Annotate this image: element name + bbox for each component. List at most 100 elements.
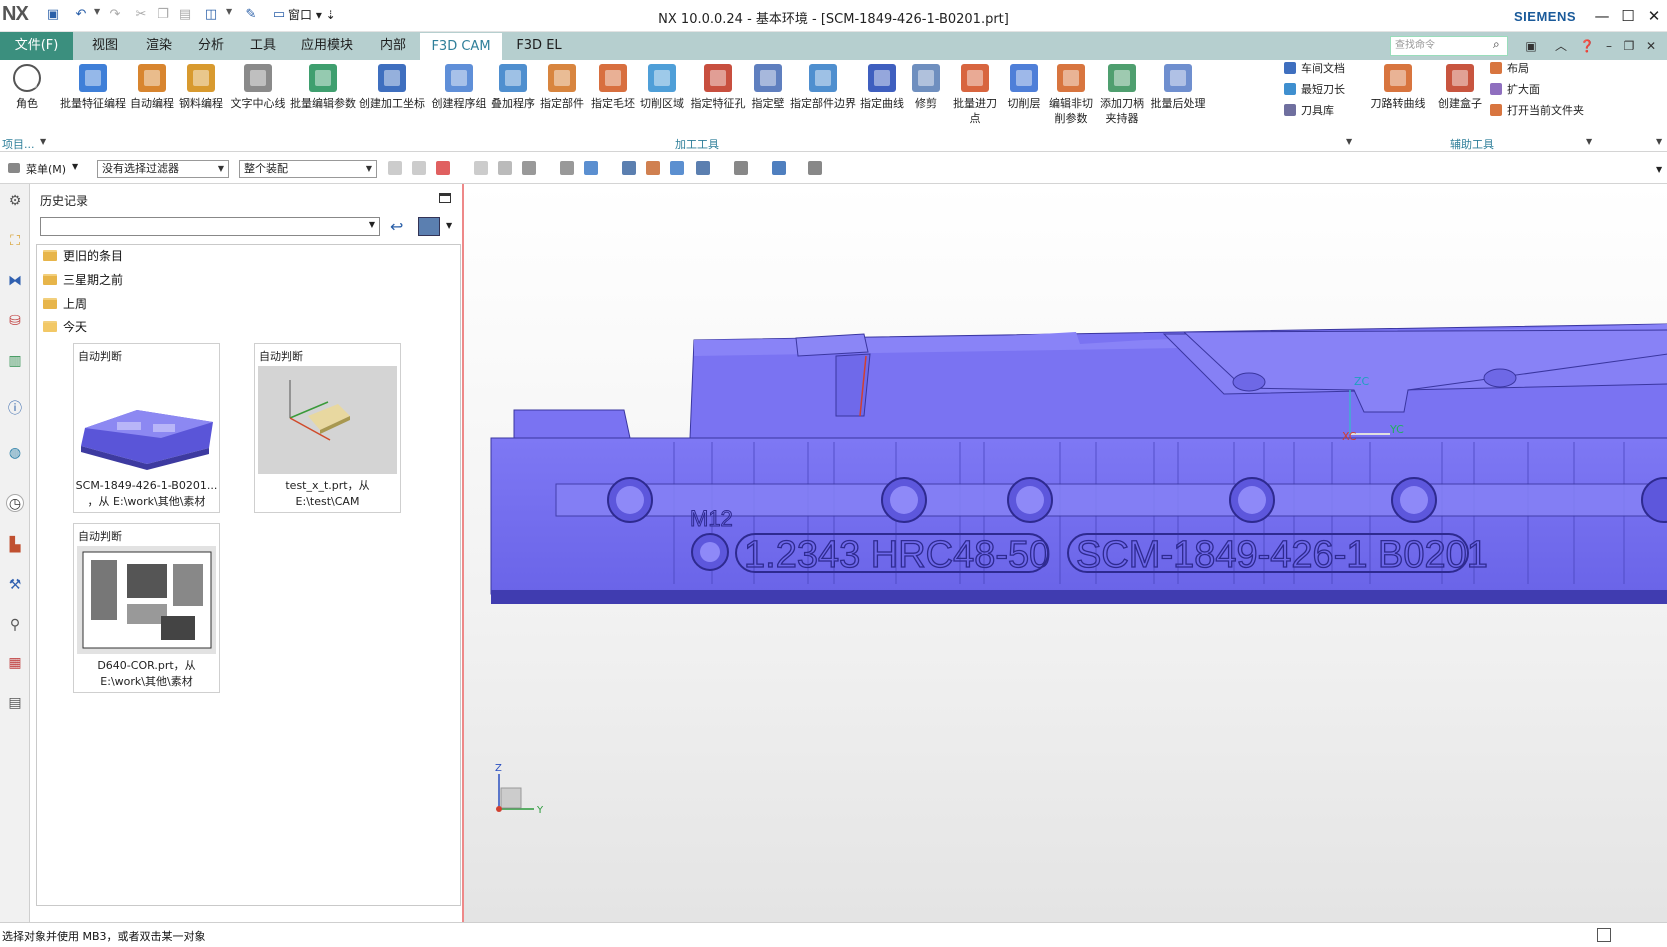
shaded-view-icon[interactable] (584, 161, 598, 175)
system-scenes-icon[interactable]: ▤ (6, 694, 24, 712)
orient-view-icon[interactable] (772, 161, 786, 175)
history-card-d640[interactable]: 自动判断 D640-COR.prt，从 E:\work\其他\素材 (73, 523, 220, 693)
constraint-navigator-icon[interactable]: ⧓ (6, 272, 24, 290)
selection-filter-select[interactable]: 没有选择过滤器 ▼ (97, 160, 229, 178)
ribbon-button-6[interactable]: 创建加工坐标 (358, 62, 426, 132)
chevron-down-icon[interactable]: ▼ (446, 221, 452, 230)
save-icon[interactable]: ▣ (44, 6, 62, 24)
part-navigator-icon[interactable]: ⛁ (6, 312, 24, 330)
web-browser-icon[interactable]: ◍ (6, 444, 24, 462)
gear-icon[interactable]: ⚙ (6, 192, 24, 210)
ribbon-button-8[interactable]: 叠加程序 (490, 62, 536, 132)
folder-today[interactable]: 今天 (43, 318, 87, 336)
aux-small-button-3[interactable]: 打开当前文件夹 (1490, 102, 1584, 120)
tab-f3d-cam[interactable]: F3D CAM (420, 32, 502, 60)
ribbon-button-9[interactable]: 指定部件 (538, 62, 586, 132)
small-button-1[interactable]: 车间文档 (1284, 60, 1345, 78)
ribbon-button-5[interactable]: 批量编辑参数 (290, 62, 356, 132)
menu-button[interactable]: 菜单(M) (26, 161, 66, 177)
ribbon-button-17[interactable]: 批量进刀点 (948, 62, 1002, 132)
snap-point-icon[interactable] (412, 161, 426, 175)
window-icon[interactable]: ▭ (270, 6, 288, 24)
rectangle-select-icon[interactable] (522, 161, 536, 175)
back-arrow-icon[interactable]: ↩ (390, 217, 403, 236)
project-group-label[interactable]: 项目... (2, 136, 35, 152)
fullscreen-icon[interactable] (1597, 928, 1611, 942)
repeat-command-icon[interactable]: ◫ (202, 6, 220, 24)
history-card-test[interactable]: 自动判断 test_x_t.prt，从 E:\test\CAM (254, 343, 401, 513)
ribbon-options-icon[interactable]: ▣ (1522, 37, 1540, 55)
ribbon-button-7[interactable]: 创建程序组 (430, 62, 488, 132)
project-group-arrow-icon[interactable]: ▼ (40, 137, 46, 146)
history-filter-select[interactable]: ▼ (40, 217, 380, 236)
ribbon-button-1[interactable]: 批量特征编程 (60, 62, 126, 132)
aux-button-1[interactable]: 刀路转曲线 (1370, 62, 1426, 132)
small-button-2[interactable]: 最短刀长 (1284, 81, 1345, 99)
reuse-library-icon[interactable]: ▥ (6, 352, 24, 370)
ribbon-button-16[interactable]: 修剪 (908, 62, 944, 132)
window-menu[interactable]: 窗口 ▾ ⇣ (288, 6, 336, 23)
assembly-navigator-icon[interactable]: ⛶ (6, 232, 24, 250)
ribbon-button-12[interactable]: 指定特征孔 (690, 62, 746, 132)
paste-icon[interactable]: ▤ (176, 6, 194, 24)
menu-dropdown-icon[interactable]: ▼ (72, 162, 78, 171)
curve-rule-icon[interactable] (498, 161, 512, 175)
folder-last-week[interactable]: 上周 (43, 295, 87, 313)
ribbon-button-18[interactable]: 切削层 (1004, 62, 1044, 132)
command-search-input[interactable]: 查找命令 (1390, 36, 1508, 56)
machining-group-arrow-icon[interactable]: ▼ (1346, 137, 1352, 146)
history-card-scm[interactable]: 自动判断 SCM-1849-426-1-B0201... ，从 E:\work\其… (73, 343, 220, 513)
folder-older[interactable]: 更旧的条目 (43, 247, 123, 265)
ribbon-button-19[interactable]: 编辑非切削参数 (1048, 62, 1094, 132)
ribbon-more-arrow-icon[interactable]: ▼ (1656, 137, 1662, 146)
cut-icon[interactable]: ✂ (132, 6, 150, 24)
ribbon-button-13[interactable]: 指定壁 (748, 62, 788, 132)
system-materials-icon[interactable]: ▦ (6, 654, 24, 672)
display-mode-icon[interactable] (560, 161, 574, 175)
tab-view[interactable]: 视图 (82, 32, 128, 60)
menu-icon[interactable] (8, 163, 20, 173)
tab-tools[interactable]: 工具 (240, 32, 286, 60)
ribbon-button-11[interactable]: 切削区域 (638, 62, 686, 132)
tab-file[interactable]: 文件(F) (0, 32, 73, 60)
small-button-3[interactable]: 刀具库 (1284, 102, 1334, 120)
maximize-panel-icon[interactable] (439, 193, 451, 203)
ribbon-button-10[interactable]: 指定毛坯 (590, 62, 636, 132)
maximize-button[interactable]: ☐ (1616, 4, 1640, 28)
ribbon-button-14[interactable]: 指定部件边界 (790, 62, 856, 132)
process-studio-icon[interactable]: ▙ (6, 536, 24, 554)
folder-three-weeks[interactable]: 三星期之前 (43, 271, 123, 289)
repeat-dropdown-icon[interactable]: ▼ (226, 7, 232, 16)
ribbon-button-2[interactable]: 自动编程 (130, 62, 174, 132)
tab-analysis[interactable]: 分析 (188, 32, 234, 60)
doc-close-icon[interactable]: ✕ (1642, 37, 1660, 55)
rotate-icon[interactable] (670, 161, 684, 175)
tab-internal[interactable]: 内部 (370, 32, 416, 60)
ribbon-button-4[interactable]: 文字中心线 (228, 62, 288, 132)
render-style-icon[interactable] (734, 161, 748, 175)
help-icon[interactable]: ❓ (1578, 37, 1596, 55)
tab-render[interactable]: 渲染 (136, 32, 182, 60)
graphics-window[interactable]: 1.2343 HRC48-50 SCM-1849-426-1 B0201 M12… (463, 184, 1667, 922)
doc-minimize-icon[interactable]: – (1600, 37, 1618, 55)
undo-dropdown-icon[interactable]: ▼ (94, 7, 100, 16)
tab-f3d-el[interactable]: F3D EL (508, 32, 570, 60)
manufacturing-wizard-icon[interactable]: ⚒ (6, 576, 24, 594)
view-triad-icon[interactable] (808, 161, 822, 175)
snap-options-icon[interactable] (436, 161, 450, 175)
toolbar-more-icon[interactable]: ▼ (1656, 165, 1662, 174)
redo-icon[interactable]: ↷ (106, 6, 124, 24)
layout-icon[interactable] (696, 161, 710, 175)
assembly-scope-select[interactable]: 整个装配 ▼ (239, 160, 377, 178)
ribbon-button-20[interactable]: 添加刀柄夹持器 (1098, 62, 1146, 132)
search-icon[interactable]: ⌕ (1493, 37, 1500, 52)
ribbon-button-3[interactable]: 钢料编程 (176, 62, 226, 132)
ribbon-button-21[interactable]: 批量后处理 (1150, 62, 1206, 132)
minimize-button[interactable]: — (1590, 4, 1614, 28)
zoom-icon[interactable] (646, 161, 660, 175)
doc-restore-icon[interactable]: ❐ (1620, 37, 1638, 55)
touch-mode-icon[interactable]: ✎ (242, 6, 260, 24)
aux-small-button-1[interactable]: 布局 (1490, 60, 1529, 78)
select-component-icon[interactable] (388, 161, 402, 175)
tab-application[interactable]: 应用模块 (294, 32, 360, 60)
